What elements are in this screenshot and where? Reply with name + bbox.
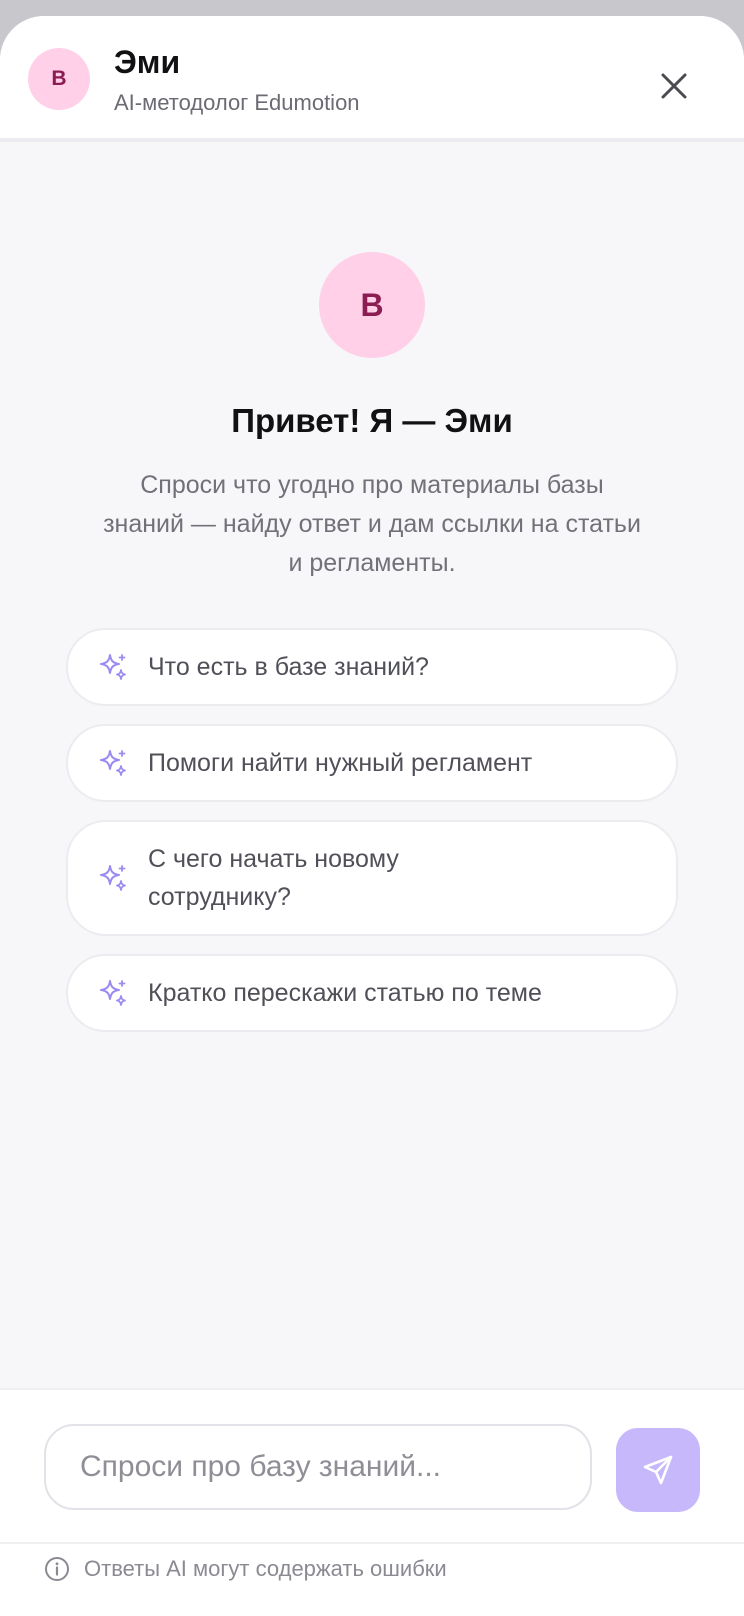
chat-panel: B Эми AI-методолог Edumotion B Привет! Я… [0, 16, 744, 1616]
suggestion-chip[interactable]: Помоги найти нужный регламент [66, 724, 678, 802]
message-input[interactable] [46, 1426, 590, 1508]
close-icon [661, 73, 687, 99]
close-button[interactable] [652, 64, 696, 108]
send-button[interactable] [616, 1428, 700, 1512]
footer-divider [0, 1542, 744, 1544]
welcome-title: Привет! Я — Эми [231, 402, 513, 439]
suggestion-chip[interactable]: С чего начать новому сотруднику? [66, 820, 678, 936]
sparkles-icon [98, 863, 128, 893]
suggestion-label: Помоги найти нужный регламент [148, 749, 533, 777]
assistant-name: Эми [114, 44, 181, 80]
sparkles-icon [98, 978, 128, 1008]
ai-disclaimer: Ответы AI могут содержать ошибки [44, 1556, 447, 1582]
suggestion-label: С чего начать новому сотруднику? [148, 845, 399, 911]
suggestion-chip[interactable]: Что есть в базе знаний? [66, 628, 678, 706]
disclaimer-text: Ответы AI могут содержать ошибки [84, 1556, 447, 1581]
welcome-avatar: B [319, 252, 425, 358]
sparkles-icon [98, 652, 128, 682]
suggestion-chip[interactable]: Кратко перескажи статью по теме [66, 954, 678, 1032]
send-icon [643, 1455, 673, 1485]
welcome-avatar-letter: B [360, 286, 384, 323]
suggestion-label: Что есть в базе знаний? [148, 653, 429, 681]
info-icon [44, 1556, 70, 1582]
message-input-container [44, 1424, 592, 1510]
message-composer: Ответы AI могут содержать ошибки [0, 1388, 744, 1616]
suggestion-label: Кратко перескажи статью по теме [148, 979, 542, 1007]
assistant-avatar: B [28, 48, 90, 110]
assistant-avatar-letter: B [51, 67, 67, 90]
assistant-role: AI-методолог Edumotion [114, 90, 360, 115]
suggestion-list: Что есть в базе знаний? Помоги найти нуж… [66, 628, 678, 1050]
chat-header: B Эми AI-методолог Edumotion [0, 16, 744, 142]
welcome-description: Спроси что угодно про материалы базы зна… [103, 471, 641, 577]
sparkles-icon [98, 748, 128, 778]
